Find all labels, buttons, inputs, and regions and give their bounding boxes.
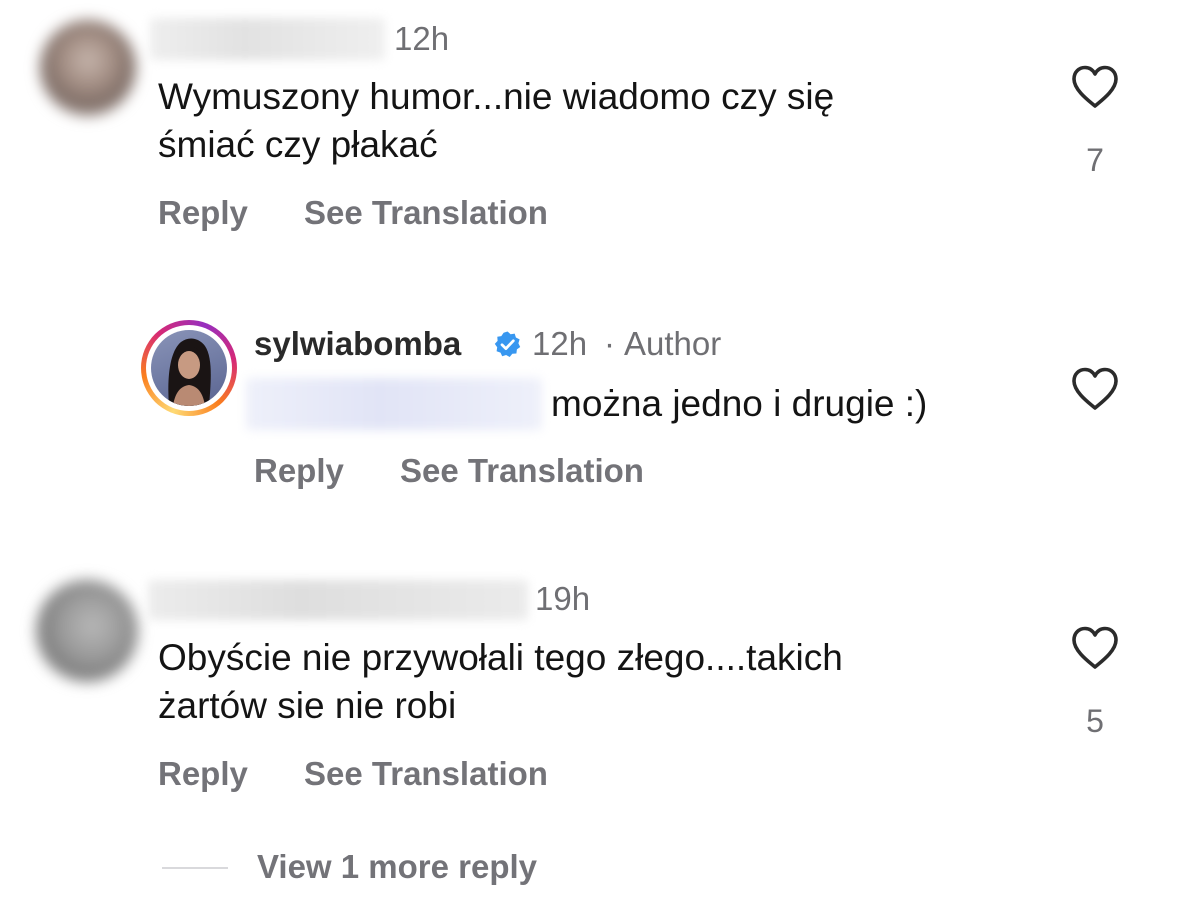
verified-badge-icon — [493, 330, 522, 359]
like-count: 7 — [1086, 142, 1104, 178]
reply-button[interactable]: Reply — [158, 194, 248, 232]
author-label: Author — [624, 325, 722, 362]
commenter-username-blurred[interactable] — [148, 580, 528, 620]
comment-timestamp: 12h — [394, 20, 450, 57]
comment-text-line: śmiać czy płakać — [158, 124, 438, 165]
comment-text-line: żartów sie nie robi — [158, 685, 457, 726]
commenter-username-blurred[interactable] — [150, 18, 385, 60]
heart-outline-icon[interactable] — [1070, 366, 1120, 412]
comment-text-line: Wymuszony humor...nie wiadomo czy się — [158, 76, 835, 117]
heart-outline-icon[interactable] — [1070, 625, 1120, 671]
author-avatar[interactable] — [141, 320, 237, 416]
author-username[interactable]: sylwiabomba — [254, 325, 461, 363]
comment-text-line: Obyście nie przywołali tego złego....tak… — [158, 637, 843, 678]
commenter-avatar[interactable] — [36, 580, 138, 682]
reply-button[interactable]: Reply — [254, 452, 344, 490]
comment-timestamp: 12h — [532, 325, 588, 362]
heart-outline-icon[interactable] — [1070, 64, 1120, 110]
like-count: 5 — [1086, 703, 1104, 739]
mention-blurred[interactable] — [246, 378, 542, 430]
reply-button[interactable]: Reply — [158, 755, 248, 793]
commenter-avatar[interactable] — [40, 20, 136, 116]
see-translation-button[interactable]: See Translation — [304, 194, 548, 232]
replies-divider — [162, 867, 228, 869]
meta-separator: · — [604, 325, 615, 362]
view-more-replies-button[interactable]: View 1 more reply — [257, 848, 537, 886]
see-translation-button[interactable]: See Translation — [400, 452, 644, 490]
reply-text: można jedno i drugie :) — [551, 383, 928, 424]
see-translation-button[interactable]: See Translation — [304, 755, 548, 793]
comment-timestamp: 19h — [535, 580, 591, 617]
